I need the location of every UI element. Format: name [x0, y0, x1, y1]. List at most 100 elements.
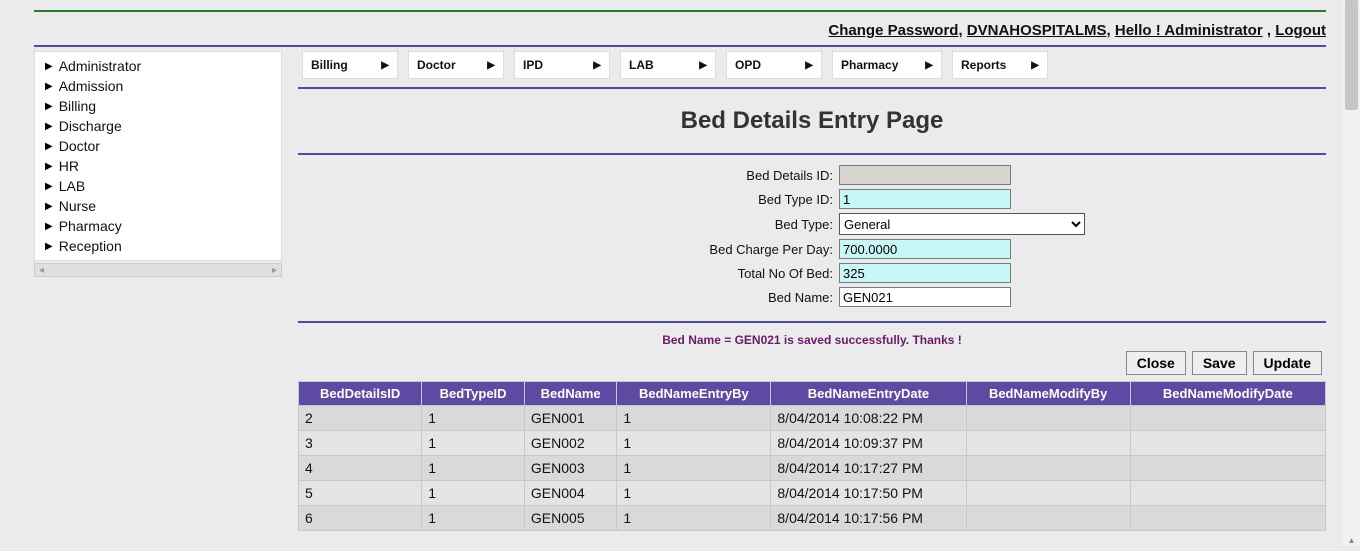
app-name-link[interactable]: DVNAHOSPITALMS — [967, 22, 1107, 39]
update-button[interactable]: Update — [1253, 351, 1322, 375]
col-bed-name-entry-date: BedNameEntryDate — [771, 382, 966, 406]
menu-label: IPD — [523, 58, 543, 72]
table-cell — [966, 481, 1130, 506]
menu-ipd[interactable]: IPD ▶ — [514, 51, 610, 79]
chevron-right-icon: ▶ — [45, 241, 53, 252]
menu-billing[interactable]: Billing▶ — [302, 51, 398, 79]
change-password-link[interactable]: Change Password — [828, 22, 958, 39]
table-cell: 5 — [299, 481, 422, 506]
table-cell: 1 — [617, 481, 771, 506]
menu-pharmacy[interactable]: Pharmacy▶ — [832, 51, 942, 79]
chevron-right-icon: ▶ — [45, 221, 53, 232]
chevron-right-icon: ▶ — [593, 60, 601, 71]
sidebar-horizontal-scroll[interactable]: ◂ ▸ — [34, 263, 282, 277]
table-row[interactable]: 31GEN00218/04/2014 10:09:37 PM — [299, 431, 1326, 456]
table-row[interactable]: 61GEN00518/04/2014 10:17:56 PM — [299, 506, 1326, 531]
table-row[interactable]: 41GEN00318/04/2014 10:17:27 PM — [299, 456, 1326, 481]
table-cell: 8/04/2014 10:09:37 PM — [771, 431, 966, 456]
table-cell: 8/04/2014 10:17:56 PM — [771, 506, 966, 531]
table-row[interactable]: 51GEN00418/04/2014 10:17:50 PM — [299, 481, 1326, 506]
scrollbar-thumb[interactable] — [1345, 0, 1358, 110]
menu-label: Billing — [311, 58, 348, 72]
chevron-right-icon: ▶ — [45, 201, 53, 212]
chevron-right-icon: ▶ — [487, 60, 495, 71]
table-cell — [966, 406, 1130, 431]
table-cell: 3 — [299, 431, 422, 456]
top-links-bar: Change Password, DVNAHOSPITALMS, Hello !… — [34, 12, 1326, 45]
chevron-right-icon: ▶ — [45, 101, 53, 112]
table-cell — [1130, 406, 1325, 431]
table-cell: 1 — [422, 431, 525, 456]
sidebar-item-administrator[interactable]: ▶Administrator — [35, 56, 281, 76]
chevron-right-icon: ▶ — [1031, 60, 1039, 71]
sidebar-item-hr[interactable]: ▶HR — [35, 156, 281, 176]
col-bed-type-id: BedTypeID — [422, 382, 525, 406]
table-cell: 8/04/2014 10:08:22 PM — [771, 406, 966, 431]
scroll-left-icon: ◂ — [39, 265, 44, 276]
sidebar-item-billing[interactable]: ▶ Billing — [35, 96, 281, 116]
table-cell: GEN001 — [524, 406, 616, 431]
sidebar-item-label: Billing — [59, 98, 96, 114]
sidebar-item-label: Nurse — [59, 198, 96, 214]
save-button[interactable]: Save — [1192, 351, 1247, 375]
bed-details-id-input — [839, 165, 1011, 185]
window-scrollbar[interactable]: ▴ ▴ — [1343, 0, 1360, 546]
sidebar-item-reception[interactable]: ▶ Reception — [35, 236, 281, 256]
logout-link[interactable]: Logout — [1275, 22, 1326, 39]
sidebar-item-nurse[interactable]: ▶ Nurse — [35, 196, 281, 216]
table-cell — [1130, 481, 1325, 506]
table-cell: 8/04/2014 10:17:27 PM — [771, 456, 966, 481]
menu-doctor[interactable]: Doctor ▶ — [408, 51, 504, 79]
menu-reports[interactable]: Reports▶ — [952, 51, 1048, 79]
col-bed-details-id: BedDetailsID — [299, 382, 422, 406]
sidebar-item-lab[interactable]: ▶LAB — [35, 176, 281, 196]
sidebar-item-label: LAB — [59, 178, 85, 194]
bed-type-select[interactable]: General — [839, 213, 1085, 235]
menu-label: Doctor — [417, 58, 456, 72]
label-bed-details-id: Bed Details ID: — [539, 168, 839, 183]
table-row[interactable]: 21GEN00118/04/2014 10:08:22 PM — [299, 406, 1326, 431]
table-cell: 4 — [299, 456, 422, 481]
menu-opd[interactable]: OPD▶ — [726, 51, 822, 79]
sidebar-item-admission[interactable]: ▶Admission — [35, 76, 281, 96]
table-cell: 1 — [422, 506, 525, 531]
sidebar-item-doctor[interactable]: ▶Doctor — [35, 136, 281, 156]
bed-type-id-input[interactable] — [839, 189, 1011, 209]
table-cell — [966, 431, 1130, 456]
chevron-right-icon: ▶ — [925, 60, 933, 71]
label-bed-charge: Bed Charge Per Day: — [539, 242, 839, 257]
menu-lab[interactable]: LAB▶ — [620, 51, 716, 79]
table-cell: GEN002 — [524, 431, 616, 456]
total-no-bed-input[interactable] — [839, 263, 1011, 283]
sidebar-menu: ▶Administrator ▶Admission ▶Billing ▶Disc… — [34, 51, 282, 261]
bed-name-input[interactable] — [839, 287, 1011, 307]
chevron-right-icon: ▶ — [699, 60, 707, 71]
table-cell: 1 — [617, 506, 771, 531]
label-bed-type-id: Bed Type ID: — [539, 192, 839, 207]
col-bed-name-modify-by: BedNameModifyBy — [966, 382, 1130, 406]
close-button[interactable]: Close — [1126, 351, 1186, 375]
sidebar-item-label: Discharge — [59, 118, 122, 134]
table-cell: 1 — [617, 406, 771, 431]
table-cell — [966, 456, 1130, 481]
sidebar-item-discharge[interactable]: ▶Discharge — [35, 116, 281, 136]
status-message: Bed Name = GEN021 is saved successfully.… — [298, 333, 1326, 347]
divider — [298, 321, 1326, 323]
chevron-right-icon: ▶ — [45, 61, 53, 72]
chevron-right-icon: ▶ — [45, 161, 53, 172]
bed-entry-form: Bed Details ID: Bed Type ID: Bed Type: G… — [298, 165, 1326, 311]
table-cell: 6 — [299, 506, 422, 531]
bed-grid: BedDetailsID BedTypeID BedName BedNameEn… — [298, 381, 1326, 531]
sidebar-item-pharmacy[interactable]: ▶Pharmacy — [35, 216, 281, 236]
chevron-right-icon: ▶ — [45, 81, 53, 92]
sidebar-item-label: Reception — [59, 238, 122, 254]
top-menu: Billing▶ Doctor▶ IPD▶ LAB▶ OPD▶ Pharmacy… — [298, 51, 1326, 85]
table-cell — [1130, 506, 1325, 531]
greeting-text: Hello ! Administrator — [1115, 22, 1263, 39]
table-cell — [966, 506, 1130, 531]
divider — [298, 87, 1326, 89]
bed-charge-input[interactable] — [839, 239, 1011, 259]
table-cell: 2 — [299, 406, 422, 431]
action-buttons: Close Save Update — [298, 351, 1322, 375]
table-cell: 1 — [617, 431, 771, 456]
